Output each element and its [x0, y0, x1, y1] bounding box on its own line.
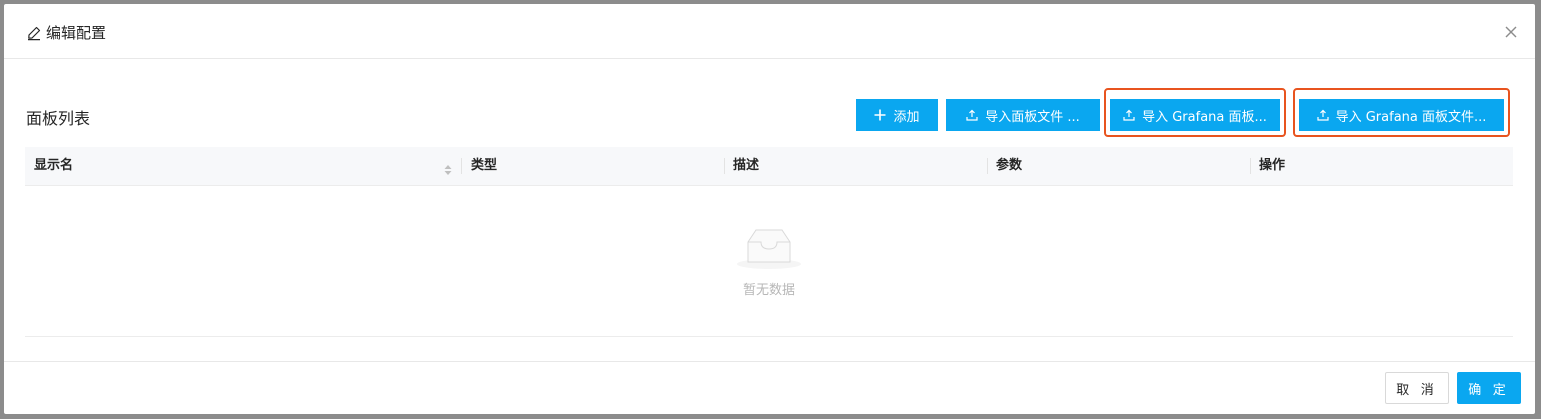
backdrop-strip: [1536, 0, 1541, 419]
dialog-title: 编辑配置: [46, 24, 107, 42]
add-button-label: 添加: [893, 109, 920, 125]
panel-list-title: 面板列表: [26, 109, 91, 128]
column-header-params: 参数: [996, 158, 1023, 173]
ok-button[interactable]: 确 定: [1457, 372, 1521, 404]
sort-icon[interactable]: [443, 161, 453, 175]
cancel-button[interactable]: 取 消: [1385, 372, 1449, 404]
table-empty-state: 暂无数据: [734, 226, 804, 298]
import-grafana-panel-file-label: 导入 Grafana 面板文件...: [1335, 109, 1487, 125]
column-header-actions: 操作: [1259, 158, 1286, 173]
dialog-title-wrap: 编辑配置: [26, 22, 106, 43]
table-bottom-border: [25, 336, 1513, 337]
import-grafana-panel-file-button[interactable]: 导入 Grafana 面板文件...: [1299, 99, 1504, 131]
upload-icon: [1123, 109, 1135, 121]
dialog-footer: 取 消 确 定: [4, 361, 1535, 414]
edit-config-dialog: 编辑配置 面板列表 添加 导入面板文件 ... 导入 Grafana 面板...: [4, 4, 1535, 414]
column-divider: [1250, 158, 1251, 174]
plus-icon: [874, 109, 886, 121]
close-icon: [1505, 26, 1517, 38]
close-button[interactable]: [1501, 22, 1521, 42]
column-divider: [987, 158, 988, 174]
column-divider: [461, 158, 462, 174]
import-panel-file-button[interactable]: 导入面板文件 ...: [946, 99, 1100, 131]
column-divider: [724, 158, 725, 174]
add-button[interactable]: 添加: [856, 99, 938, 131]
upload-icon: [1316, 109, 1329, 121]
column-header-display-name[interactable]: 显示名: [34, 147, 73, 185]
empty-inbox-icon: [737, 229, 801, 269]
import-grafana-panel-button[interactable]: 导入 Grafana 面板...: [1110, 99, 1280, 131]
import-panel-file-label: 导入面板文件 ...: [985, 109, 1080, 125]
upload-icon: [966, 109, 978, 121]
empty-text: 暂无数据: [742, 283, 795, 298]
column-header-type: 类型: [471, 158, 498, 173]
dialog-header: 编辑配置: [4, 4, 1535, 59]
column-header-description: 描述: [733, 158, 760, 173]
edit-pen-icon: [26, 25, 42, 41]
import-grafana-panel-label: 导入 Grafana 面板...: [1142, 109, 1267, 125]
panel-table-header: 显示名 类型 描述 参数 操作: [25, 147, 1513, 186]
